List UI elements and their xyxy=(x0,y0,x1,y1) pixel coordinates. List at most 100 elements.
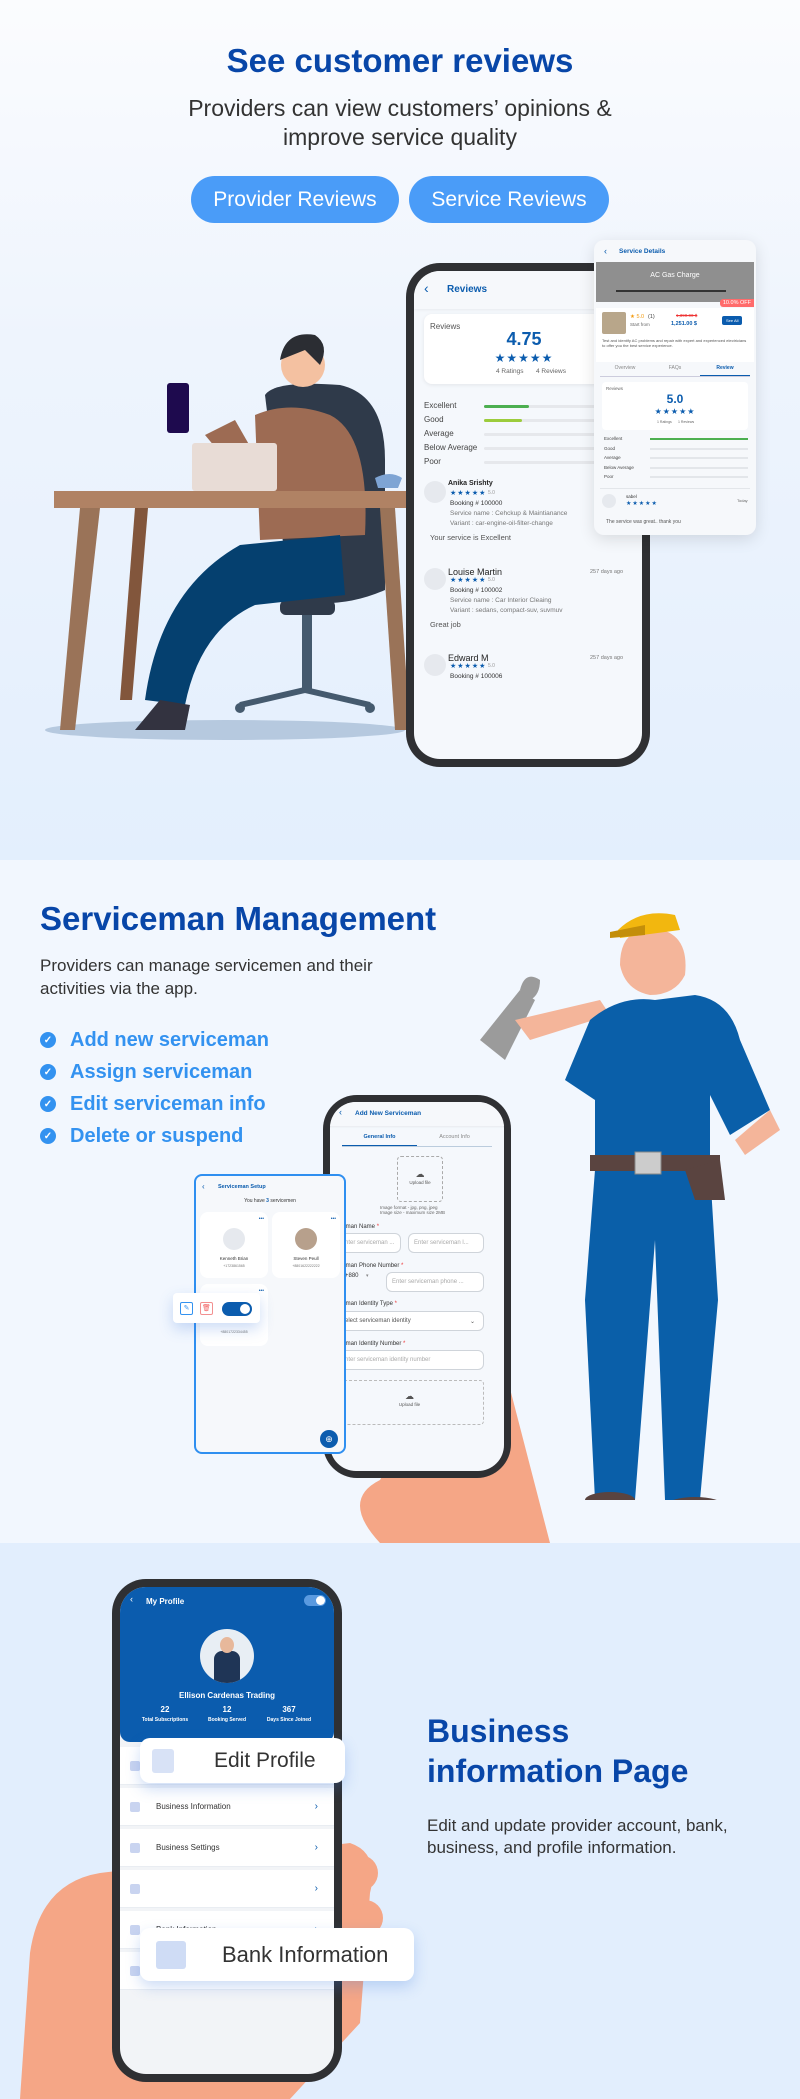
distribution-bar xyxy=(650,438,748,440)
profile-phone: ‹ My Profile Ellison Cardenas Trading 22… xyxy=(112,1579,342,2082)
serviceman-name: Steven Peull xyxy=(293,1256,319,1261)
see-all-button[interactable]: See All xyxy=(722,316,743,325)
profile-avatar xyxy=(200,1629,254,1683)
more-icon[interactable]: ••• xyxy=(259,1288,264,1294)
suspend-toggle[interactable] xyxy=(222,1302,252,1316)
dropdown-icon[interactable]: ▾ xyxy=(366,1273,369,1279)
ratings-count: 4 Ratings xyxy=(496,368,524,375)
upload-cloud-icon: ☁ xyxy=(405,1391,414,1401)
booking-id: Booking # 100002 xyxy=(450,587,503,594)
distribution-label: Excellent xyxy=(424,401,457,410)
divider xyxy=(600,488,750,489)
profile-screen: ‹ My Profile Ellison Cardenas Trading 22… xyxy=(120,1587,334,2074)
check-badge-icon: ✓ xyxy=(40,1096,56,1112)
review-stars: ★★★★★ xyxy=(450,663,487,670)
feature-item: ✓ Add new serviceman xyxy=(40,1024,269,1056)
more-icon[interactable]: ••• xyxy=(331,1216,336,1222)
back-icon[interactable]: ‹ xyxy=(202,1182,205,1191)
photo-upload[interactable]: ☁ Upload file xyxy=(397,1156,443,1202)
section-title: See customer reviews xyxy=(226,42,574,79)
menu-item-label: Business Settings xyxy=(156,1843,220,1852)
start-from: Start from xyxy=(630,322,650,327)
service-rating-count: (1) xyxy=(648,314,655,320)
profile-menu-item[interactable]: Business Information › xyxy=(120,1788,334,1826)
back-icon[interactable]: ‹ xyxy=(424,280,429,296)
service-variant: Variant : sedans, compact-suv, suvmuv xyxy=(450,607,563,614)
serviceman-phone: +8801622222222 xyxy=(292,1264,320,1268)
stat-value: 367 xyxy=(282,1705,296,1714)
description-line: Providers can manage servicemen and thei… xyxy=(40,956,373,975)
section-description: Edit and update provider account, bank, … xyxy=(427,1815,728,1859)
identity-number-input[interactable]: Enter serviceman identity number xyxy=(335,1350,484,1370)
theme-toggle[interactable] xyxy=(304,1595,326,1606)
edit-icon[interactable]: ✎ xyxy=(180,1302,193,1315)
review-comment: Your service is Excellent xyxy=(430,533,512,542)
phone-input[interactable]: Enter serviceman phone ... xyxy=(386,1272,484,1292)
edit-profile-callout[interactable]: Edit Profile xyxy=(140,1738,345,1783)
profile-menu-item[interactable]: Business Settings › xyxy=(120,1829,334,1867)
tab-overview[interactable]: Overview xyxy=(600,365,650,376)
feature-label: Edit serviceman info xyxy=(70,1092,266,1115)
serviceman-phone: +1723861565 xyxy=(223,1264,245,1268)
distribution-label: Below Average xyxy=(604,464,634,470)
banner-title: AC Gas Charge xyxy=(650,272,700,279)
add-serviceman-fab[interactable]: ⊕ xyxy=(320,1430,338,1448)
reviewer-avatar xyxy=(602,494,616,508)
reviewer-stars: ★★★★★ xyxy=(626,501,658,507)
back-icon[interactable]: ‹ xyxy=(339,1107,342,1117)
booking-id: Booking # 100006 xyxy=(450,673,503,680)
review-comment: Great job xyxy=(430,620,461,629)
feature-item: ✓ Edit serviceman info xyxy=(40,1088,269,1120)
tab-review[interactable]: Review xyxy=(700,365,750,376)
tab-general-info[interactable]: General Info xyxy=(342,1134,417,1146)
service-description: Test and identify AC problems and repair… xyxy=(602,338,747,348)
reviewer-avatar xyxy=(424,481,446,503)
service-details-title: Service Details xyxy=(619,248,666,255)
distribution-bar xyxy=(650,476,748,478)
reviewer-name: sabel xyxy=(626,494,637,499)
identity-upload[interactable]: ☁ Upload file xyxy=(335,1380,484,1425)
delete-icon[interactable]: 🗑 xyxy=(200,1302,213,1315)
description-line: Edit and update provider account, bank, xyxy=(427,1816,728,1835)
distribution-label: Poor xyxy=(424,457,441,466)
identity-type-select[interactable]: Select serviceman identity ⌄ xyxy=(335,1311,484,1331)
service-thumbnail xyxy=(602,312,626,334)
bank-information-callout[interactable]: Bank Information xyxy=(140,1928,414,1981)
distribution-label: Below Average xyxy=(424,443,478,452)
menu-item-icon xyxy=(130,1801,140,1812)
menu-item-label: Business Information xyxy=(156,1802,231,1811)
provider-reviews-button[interactable]: Provider Reviews xyxy=(191,176,399,223)
screen-title: Reviews xyxy=(447,284,488,295)
section-subtitle: Providers can view customers’ opinions &… xyxy=(0,94,800,152)
check-badge-icon: ✓ xyxy=(40,1128,56,1144)
profile-menu-item[interactable]: › xyxy=(120,1870,334,1908)
tab-account-info[interactable]: Account Info xyxy=(417,1134,492,1146)
menu-item-icon xyxy=(130,1924,140,1935)
serviceman-card[interactable]: ••• Kenneth Brian +1723861565 xyxy=(200,1212,268,1278)
distribution-label: Average xyxy=(604,455,621,460)
more-icon[interactable]: ••• xyxy=(259,1216,264,1222)
subtitle-line: Providers can view customers’ opinions & xyxy=(188,95,612,121)
reviewer-name: Anika Srishty xyxy=(448,480,493,487)
service-reviews-button[interactable]: Service Reviews xyxy=(409,176,609,223)
back-icon[interactable]: ‹ xyxy=(130,1594,133,1604)
business-info-section: ‹ My Profile Ellison Cardenas Trading 22… xyxy=(0,1543,800,2099)
chevron-right-icon: › xyxy=(314,1801,318,1812)
description-line: activities via the app. xyxy=(40,979,198,998)
serviceman-section: Serviceman Management Providers can mana… xyxy=(0,860,800,1543)
avatar-figure xyxy=(214,1651,240,1683)
country-code-select[interactable]: +880 xyxy=(345,1273,359,1279)
image-hint: Image format - jpg, png, jpeg Image size… xyxy=(380,1205,445,1215)
screen-title: Serviceman Setup xyxy=(218,1184,266,1190)
serviceman-card[interactable]: ••• Steven Peull +8801622222222 xyxy=(272,1212,340,1278)
serviceman-phone: +8801722334455 xyxy=(220,1330,248,1334)
menu-item-icon xyxy=(130,1965,140,1976)
stat-label: Booking Served xyxy=(207,1717,247,1723)
service-details-card: ‹ Service Details AC Gas Charge 10.0% OF… xyxy=(594,240,756,535)
summary-label: Reviews xyxy=(606,386,624,391)
back-icon[interactable]: ‹ xyxy=(604,246,607,256)
review-score: 5.0 xyxy=(488,577,495,583)
last-name-input[interactable]: Enter serviceman l... xyxy=(408,1233,484,1253)
tab-faqs[interactable]: FAQs xyxy=(650,365,700,376)
price: 1,251.00 $ xyxy=(671,321,697,327)
